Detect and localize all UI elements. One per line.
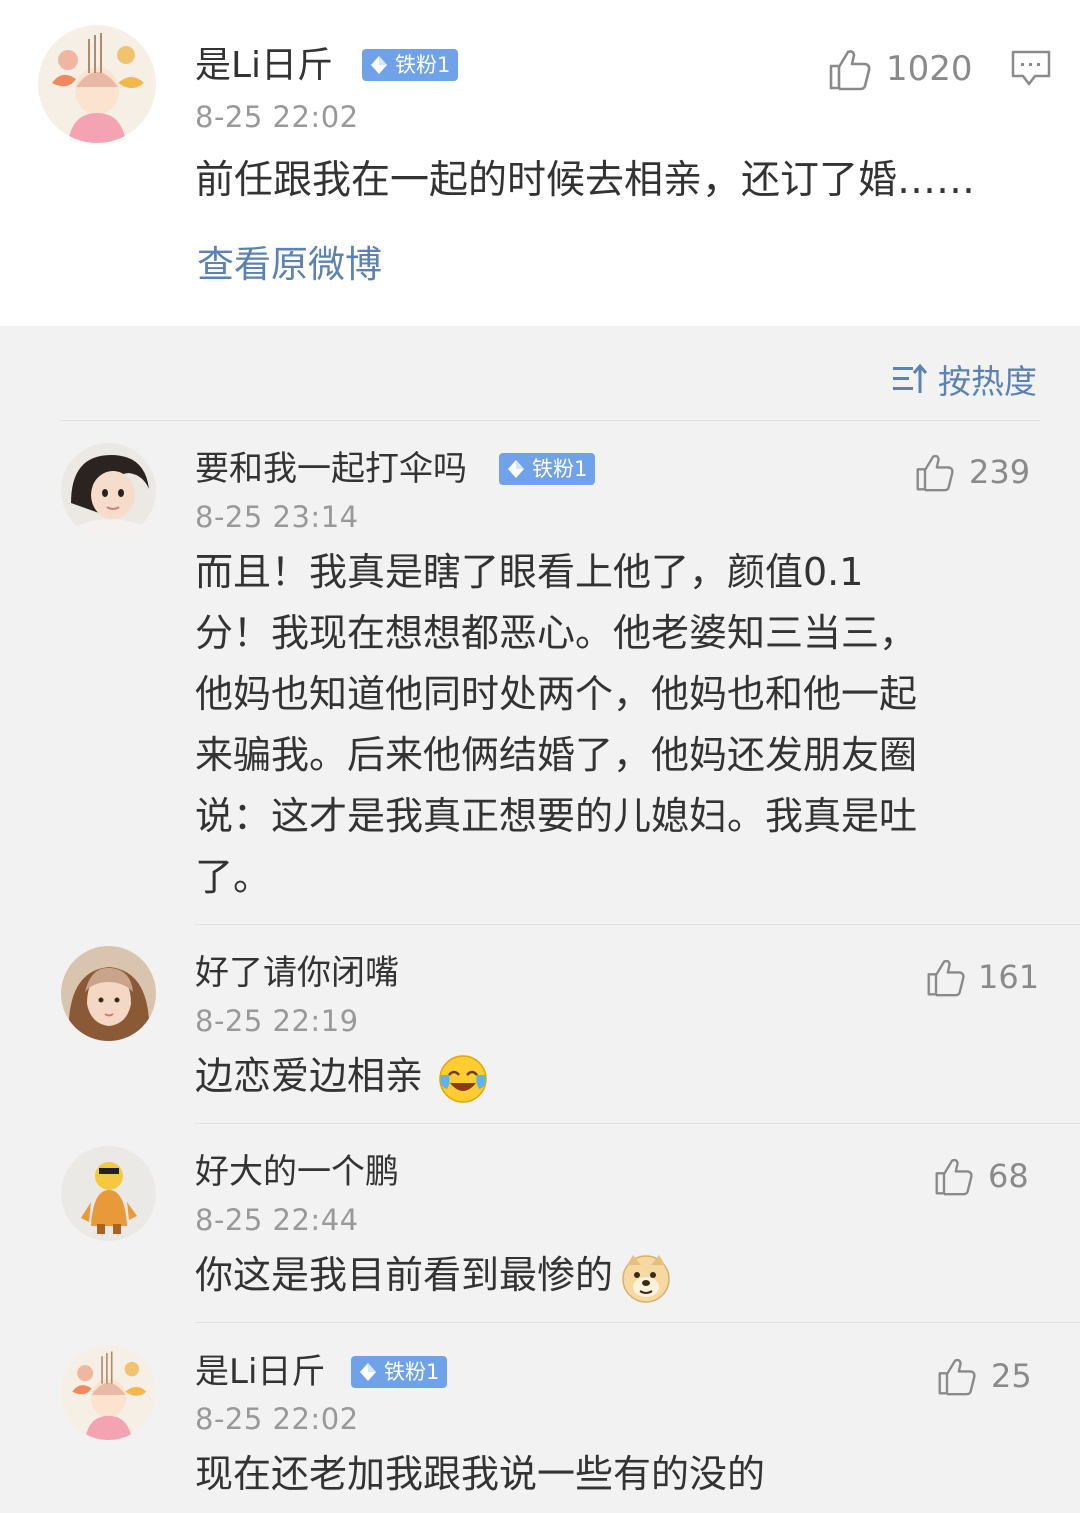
comment-avatar[interactable] [61, 1345, 156, 1440]
comments-area [0, 326, 1080, 1513]
comment-like-button[interactable]: 68 [934, 1156, 1029, 1196]
comment-text-line: 来骗我。后来他俩结婚了，他妈还发朋友圈 [195, 733, 918, 777]
thumbs-up-icon [829, 50, 871, 91]
sort-icon [893, 363, 928, 393]
diamond-icon [508, 460, 524, 478]
comment-text-line: 而且！我真是瞎了眼看上他了，颜值0.1 [195, 550, 864, 594]
comment-like-count: 25 [991, 1357, 1032, 1395]
comment-text: 现在还老加我跟我说一些有的没的 [195, 1452, 766, 1496]
comment-username[interactable]: 要和我一起打伞吗 [195, 452, 467, 486]
divider [195, 924, 1080, 925]
comment-text-content: 边恋爱边相亲 [195, 1054, 424, 1098]
comment-like-count: 239 [969, 453, 1031, 491]
thumbs-up-icon [935, 1158, 973, 1196]
fan-badge-label: 铁粉1 [532, 457, 588, 481]
comment-text-line: 说：这才是我真正想要的儿媳妇。我真是吐 [195, 794, 918, 838]
comment-time: 8-25 22:44 [195, 1203, 359, 1237]
comment-text: 你这是我目前看到最惨的 [195, 1245, 673, 1306]
fan-badge[interactable]: 铁粉1 [499, 453, 596, 485]
comment-time: 8-25 22:19 [195, 1004, 359, 1038]
comment-time: 8-25 22:02 [195, 1402, 359, 1436]
comment-username[interactable]: 好了请你闭嘴 [195, 956, 399, 990]
post-like-button[interactable]: 1020 [828, 47, 973, 91]
doge-icon [622, 1254, 670, 1303]
comment-like-count: 161 [978, 958, 1040, 996]
fan-badge-label: 铁粉1 [384, 1360, 440, 1384]
comment-username[interactable]: 好大的一个鹏 [195, 1155, 399, 1189]
divider [195, 1123, 1080, 1124]
diamond-icon [371, 56, 387, 74]
comment-button[interactable] [1011, 50, 1051, 92]
post-avatar[interactable] [38, 25, 156, 143]
thumbs-up-icon [916, 454, 954, 492]
thumbs-up-icon [938, 1358, 976, 1396]
view-original-link[interactable]: 查看原微博 [197, 246, 382, 283]
comment-text-line: 了。 [195, 855, 272, 899]
comment-text-line: 分！我现在想想都恶心。他老婆知三当三， [195, 611, 918, 655]
fan-badge[interactable]: 铁粉1 [351, 1356, 448, 1388]
comment-username[interactable]: 是Li日斤 [195, 1355, 325, 1389]
post-like-count: 1020 [886, 49, 973, 89]
comment-text-content: 你这是我目前看到最惨的 [195, 1253, 614, 1297]
comment-text-line: 他妈也知道他同时处两个，他妈也和他一起 [195, 672, 918, 716]
laugh-cry-icon [439, 1054, 487, 1103]
fan-badge[interactable]: 铁粉1 [362, 49, 459, 81]
sort-label: 按热度 [938, 362, 1037, 401]
comment-icon [1011, 50, 1051, 86]
fan-badge-label: 铁粉1 [395, 53, 451, 77]
comment-like-button[interactable]: 161 [926, 957, 1039, 997]
comment-avatar[interactable] [61, 1146, 156, 1241]
comment-avatar[interactable] [61, 946, 156, 1041]
comment-avatar[interactable] [61, 443, 156, 538]
comment-like-button[interactable]: 239 [915, 452, 1030, 492]
divider [195, 1322, 1080, 1323]
comment-like-button[interactable]: 25 [937, 1356, 1032, 1396]
diamond-icon [360, 1363, 376, 1381]
divider [60, 420, 1040, 421]
post-text: 前任跟我在一起的时候去相亲，还订了婚…… [195, 158, 976, 203]
comment-time: 8-25 23:14 [195, 500, 359, 534]
comment-like-count: 68 [988, 1157, 1029, 1195]
thumbs-up-icon [927, 959, 965, 997]
post-username[interactable]: 是Li日斤 [195, 48, 333, 84]
sort-button[interactable]: 按热度 [892, 355, 1037, 403]
post-time: 8-25 22:02 [195, 100, 359, 134]
comment-text: 边恋爱边相亲 [195, 1046, 489, 1107]
